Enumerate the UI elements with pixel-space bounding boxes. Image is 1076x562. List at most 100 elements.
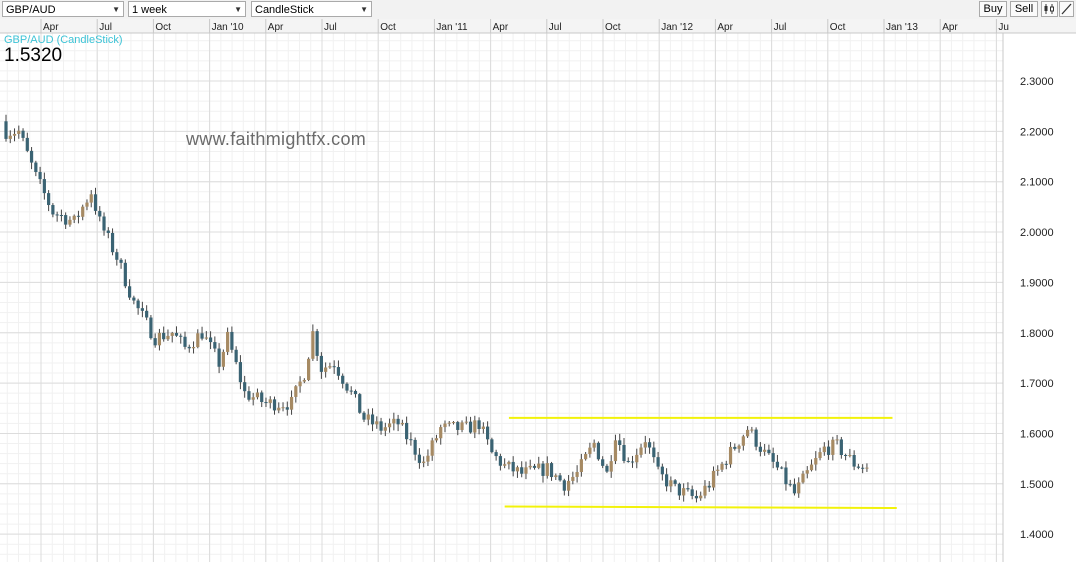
symbol-select-value: GBP/AUD: [6, 4, 56, 16]
candlestick-tool-icon[interactable]: [1041, 1, 1058, 17]
candle-body: [298, 381, 302, 387]
candle-body: [814, 458, 818, 465]
x-tick-label: Apr: [43, 22, 59, 33]
candle-body: [677, 483, 681, 496]
x-tick-label: Jan '11: [436, 22, 468, 33]
y-tick-label: 2.0000: [1020, 227, 1054, 239]
candle-body: [694, 495, 699, 499]
candle-body: [588, 447, 592, 455]
candle-body: [669, 480, 673, 487]
candle-body: [771, 453, 775, 462]
candle-body: [507, 461, 511, 465]
candle-body: [690, 489, 694, 496]
candle-body: [456, 422, 460, 430]
x-tick-label: Jul: [549, 22, 562, 33]
candle-body: [422, 461, 426, 463]
candle-body: [711, 470, 716, 488]
candle-body: [102, 216, 106, 231]
candle-body: [98, 210, 102, 217]
candle-body: [758, 446, 762, 452]
x-tick-label: Jul: [99, 22, 112, 33]
chart-style-select[interactable]: CandleStick ▼: [251, 1, 372, 17]
candle-body: [302, 380, 306, 382]
draw-line-tool-icon[interactable]: [1059, 1, 1074, 17]
candle-body: [349, 390, 353, 392]
candle-body: [319, 355, 323, 372]
candle-body: [392, 418, 396, 424]
candle-body: [656, 457, 660, 467]
candle-body: [780, 467, 784, 469]
y-tick-label: 1.6000: [1020, 428, 1054, 440]
candle-body: [174, 332, 179, 336]
candle-body: [409, 439, 413, 441]
candle-body: [618, 440, 622, 445]
candle-body: [720, 463, 724, 470]
candle-body: [341, 375, 345, 384]
candle-body: [699, 495, 703, 499]
candle-body: [601, 459, 605, 466]
last-price: 1.5320: [4, 45, 63, 66]
x-tick-label: Jan '12: [661, 22, 693, 33]
candle-body: [737, 445, 741, 449]
candle-body: [673, 480, 677, 484]
candle-body: [839, 439, 843, 456]
y-tick-label: 2.3000: [1020, 76, 1054, 88]
candle-body: [826, 446, 831, 455]
candle-body: [76, 215, 81, 217]
candle-body: [724, 463, 728, 465]
candle-body: [822, 446, 826, 453]
interval-select[interactable]: 1 week ▼: [128, 1, 246, 17]
candle-body: [89, 194, 93, 203]
candle-body: [17, 130, 21, 134]
x-tick-label: Oct: [605, 22, 621, 33]
y-tick-label: 1.5000: [1020, 479, 1054, 491]
candle-body: [166, 335, 170, 340]
candle-body: [272, 399, 277, 411]
x-tick-label: Ju: [998, 22, 1009, 33]
candle-body: [145, 310, 149, 318]
candle-body: [439, 427, 443, 439]
candle-body: [852, 455, 856, 467]
sell-button[interactable]: Sell: [1010, 1, 1038, 17]
candle-body: [592, 442, 596, 448]
candle-body: [268, 399, 272, 403]
candle-body: [243, 382, 247, 392]
candle-body: [25, 137, 29, 151]
candle-body: [532, 465, 537, 468]
candlestick-chart[interactable]: Apr Jul Oct Jan '10 Apr Jul Oct Jan '11 Apr Jul Oc…: [0, 19, 1076, 562]
candle-body: [797, 482, 801, 494]
candle-body: [835, 439, 839, 441]
candle-body: [127, 286, 132, 298]
candle-body: [549, 463, 554, 478]
candle-body: [464, 421, 468, 423]
candle-body: [255, 392, 260, 398]
candle-body: [741, 436, 745, 446]
candle-body: [311, 331, 315, 359]
y-tick-label: 1.7000: [1020, 378, 1054, 390]
candle-body: [703, 485, 707, 496]
candle-body: [763, 449, 767, 452]
candle-body: [106, 230, 110, 233]
candle-body: [153, 338, 157, 346]
candle-body: [400, 422, 404, 425]
candle-body: [336, 367, 341, 376]
candle-body: [473, 420, 477, 433]
candle-body: [247, 391, 251, 400]
candle-body: [81, 206, 85, 217]
candle-body: [238, 362, 243, 383]
candle-body: [520, 467, 524, 474]
candle-body: [187, 346, 191, 349]
buy-button[interactable]: Buy: [979, 1, 1007, 17]
candle-body: [345, 383, 349, 391]
symbol-select[interactable]: GBP/AUD ▼: [2, 1, 124, 17]
candle-body: [609, 461, 613, 472]
candle-body: [707, 485, 711, 488]
candle-body: [865, 467, 869, 469]
candle-body: [665, 474, 669, 487]
candle-body: [831, 439, 835, 455]
candle-body: [622, 444, 626, 461]
chart-toolbar: GBP/AUD ▼ 1 week ▼ CandleStick ▼ Buy Sel…: [0, 0, 1076, 20]
candle-body: [490, 439, 494, 453]
candle-body: [745, 429, 750, 437]
candle-body: [486, 426, 490, 440]
